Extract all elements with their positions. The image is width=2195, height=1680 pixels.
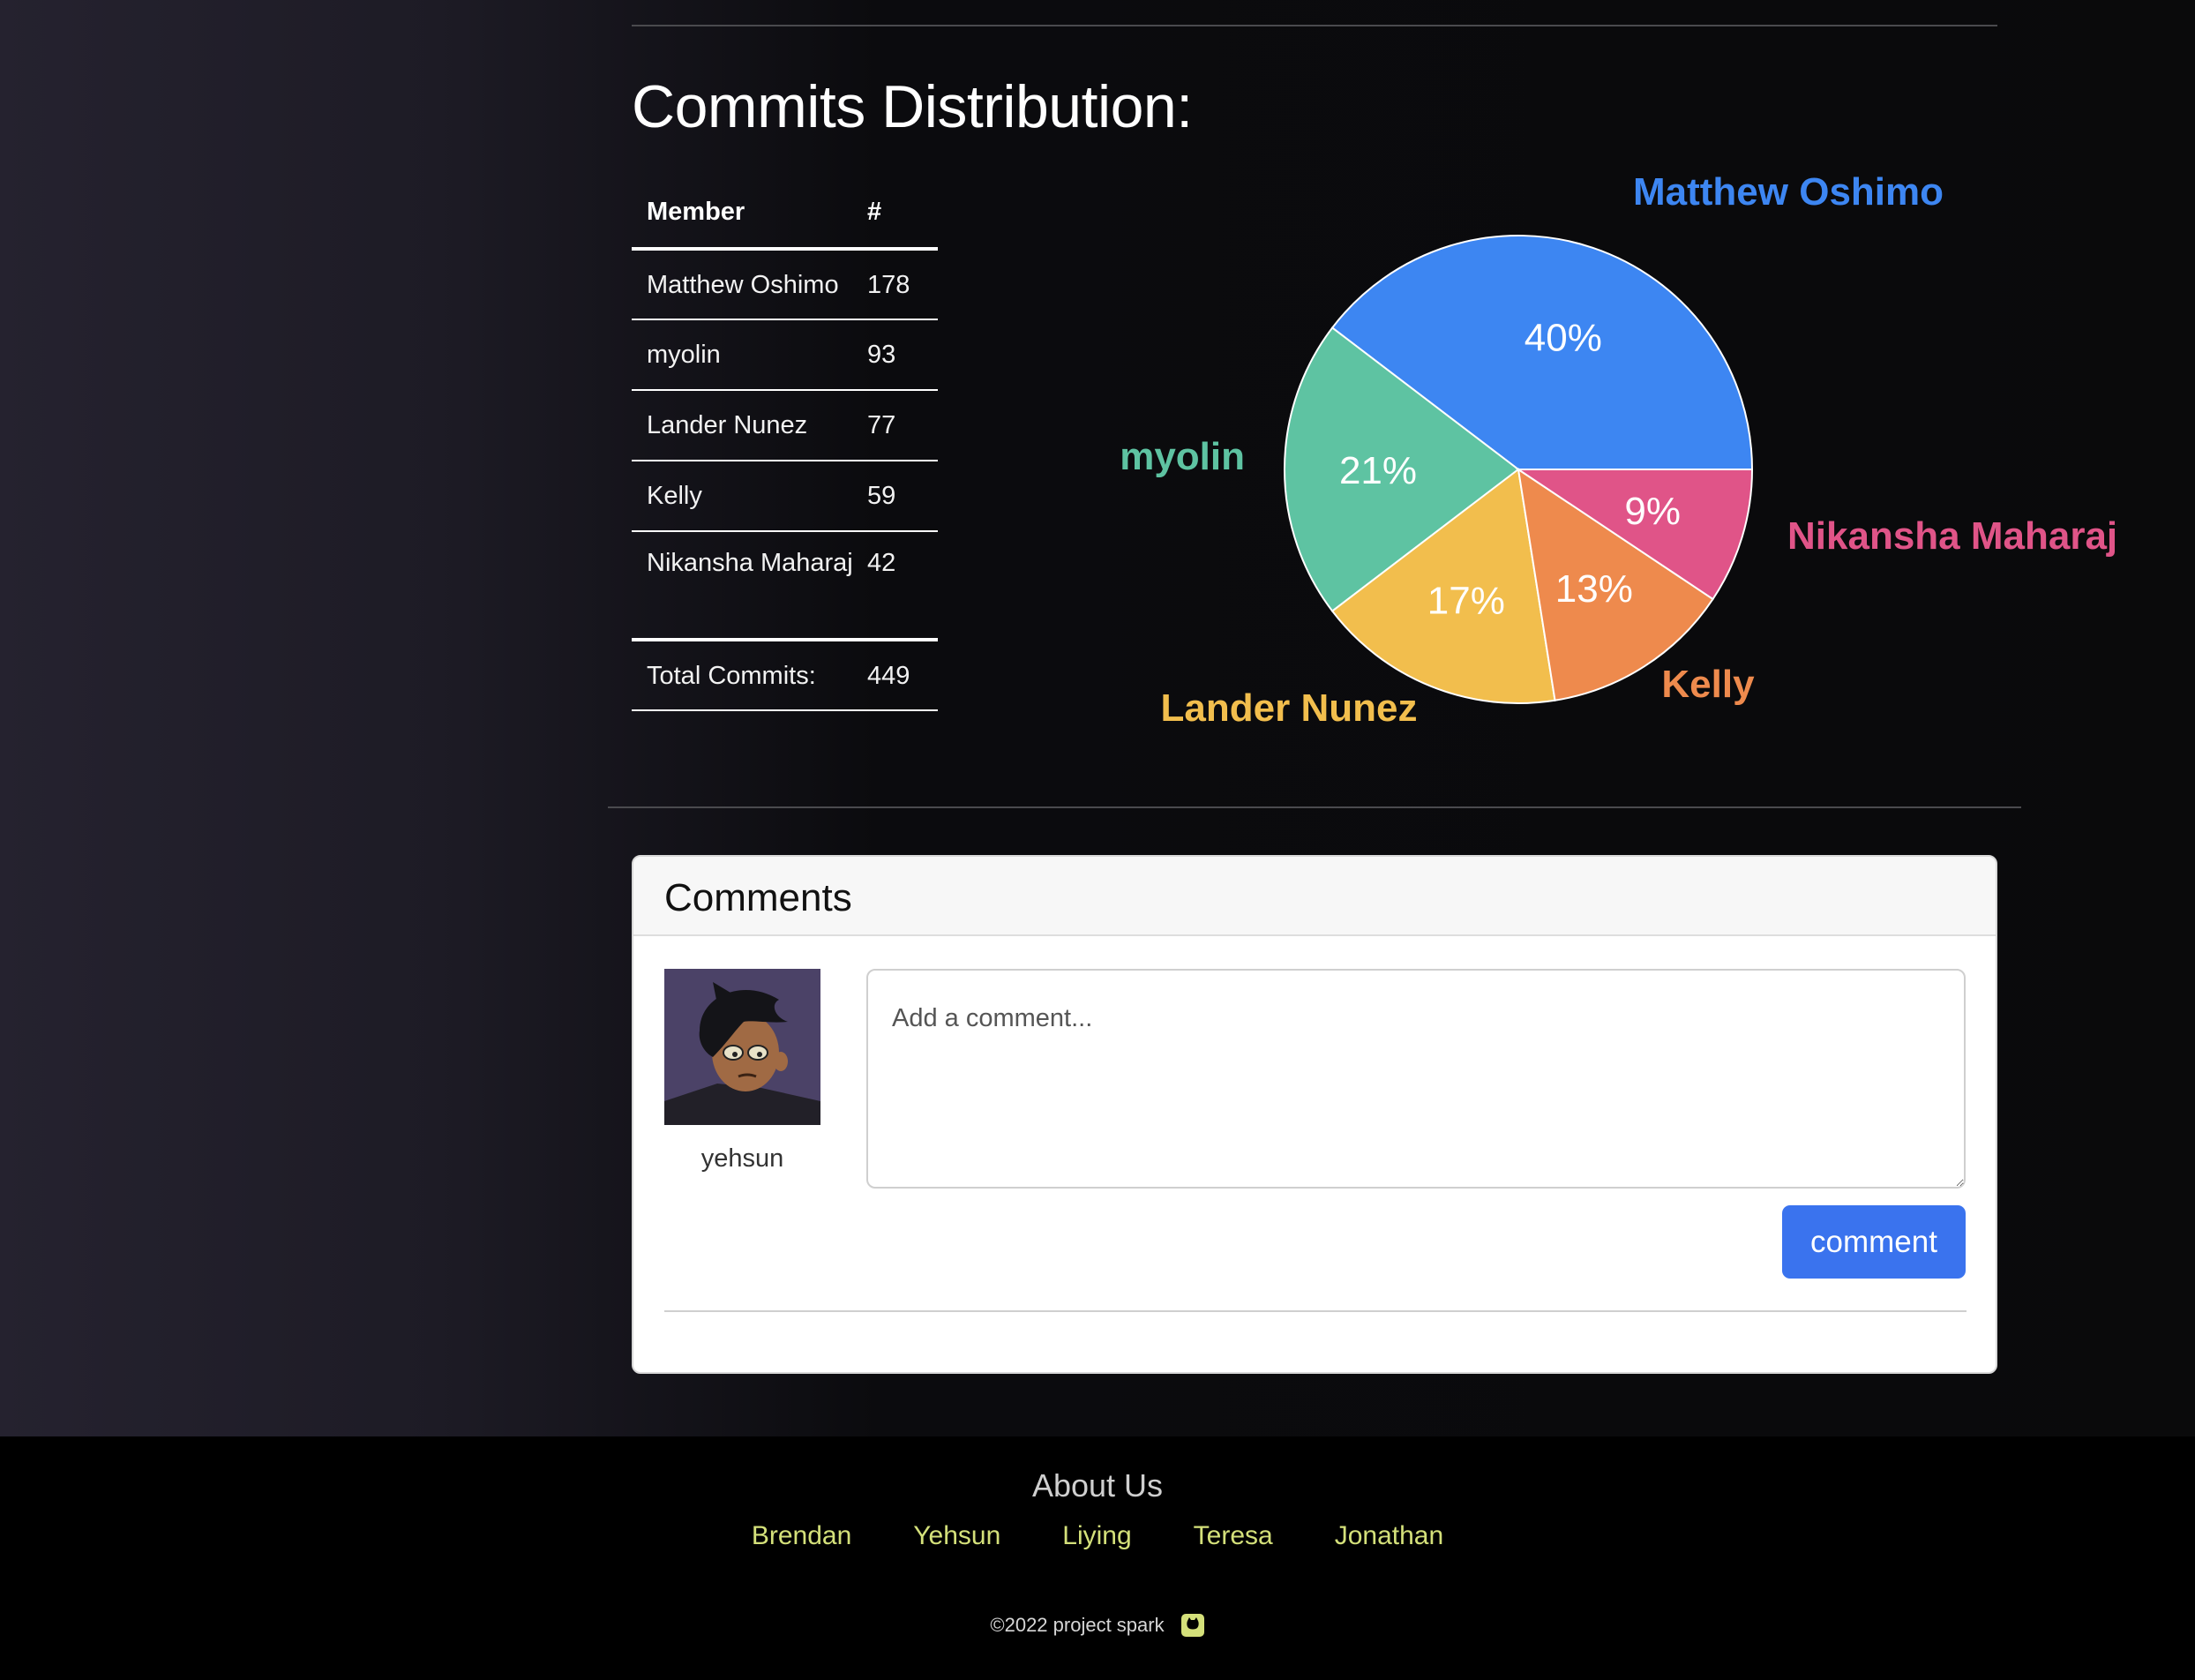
- comment-input[interactable]: [866, 969, 1966, 1189]
- github-icon[interactable]: [1180, 1613, 1205, 1638]
- footer-links: Brendan Yehsun Liying Teresa Jonathan: [0, 1521, 2195, 1551]
- commit-count: 93: [867, 319, 938, 391]
- footer-copyright-row: ©2022 project spark: [0, 1613, 2195, 1638]
- member-name: Kelly: [632, 461, 867, 532]
- total-row: Total Commits: 449: [632, 638, 938, 711]
- copyright-text: ©2022 project spark: [990, 1614, 1165, 1636]
- member-name: myolin: [632, 319, 867, 391]
- pie-category-label: Nikansha Maharaj: [1787, 514, 2117, 558]
- table-row: Lander Nunez 77: [632, 390, 938, 461]
- commit-count: 77: [867, 390, 938, 461]
- total-value: 449: [867, 638, 938, 711]
- avatar: [664, 969, 820, 1125]
- comments-title: Comments: [633, 857, 1996, 936]
- pie-category-label: Kelly: [1661, 663, 1755, 706]
- member-name: Lander Nunez: [632, 390, 867, 461]
- member-name: Nikansha Maharaj: [632, 531, 867, 641]
- pie-percent-label: 13%: [1555, 567, 1633, 611]
- commit-count: 42: [867, 531, 938, 641]
- pie-percent-label: 21%: [1339, 449, 1417, 492]
- table-row: myolin 93: [632, 319, 938, 391]
- footer-link-brendan[interactable]: Brendan: [752, 1521, 851, 1551]
- pie-category-label: Lander Nunez: [1161, 686, 1418, 730]
- footer-link-yehsun[interactable]: Yehsun: [913, 1521, 1000, 1551]
- pie-percent-label: 17%: [1427, 580, 1505, 623]
- comment-username: yehsun: [700, 1144, 784, 1173]
- footer-link-liying[interactable]: Liying: [1062, 1521, 1131, 1551]
- member-name: Matthew Oshimo: [632, 249, 867, 320]
- total-label: Total Commits:: [632, 638, 867, 711]
- comments-divider: [664, 1310, 1967, 1312]
- table-header-row: Member #: [632, 185, 938, 251]
- commit-count: 59: [867, 461, 938, 532]
- pie-percent-label: 9%: [1624, 490, 1681, 533]
- pie-percent-label: 40%: [1525, 316, 1602, 359]
- table-row: Kelly 59: [632, 461, 938, 532]
- footer-title: About Us: [1031, 1467, 1164, 1504]
- section-divider: [608, 806, 2021, 808]
- pie-category-label: Matthew Oshimo: [1633, 176, 1944, 214]
- top-divider: [632, 25, 1997, 26]
- pie-category-label: myolin: [1120, 435, 1245, 478]
- count-header: #: [867, 185, 938, 251]
- comment-button[interactable]: comment: [1782, 1205, 1966, 1279]
- table-row: Nikansha Maharaj 42: [632, 531, 938, 641]
- footer-link-jonathan[interactable]: Jonathan: [1335, 1521, 1443, 1551]
- comments-card: Comments yehsun comment: [632, 855, 1997, 1374]
- member-header: Member: [632, 185, 867, 251]
- commits-pie-chart: 40% Matthew Oshimo 21% myolin 17% Lander Nune…: [1041, 170, 2195, 794]
- pie-chart-svg: 40% Matthew Oshimo 21% myolin 17% Lander Nune…: [1120, 170, 2117, 730]
- avatar-image: [664, 969, 820, 1125]
- footer-link-teresa[interactable]: Teresa: [1194, 1521, 1273, 1551]
- footer: About Us Brendan Yehsun Liying Teresa Jo…: [0, 1436, 2195, 1680]
- table-row: Matthew Oshimo 178: [632, 249, 938, 320]
- commit-count: 178: [867, 249, 938, 320]
- section-title: Commits Distribution:: [632, 73, 1193, 140]
- commits-table: Member # Matthew Oshimo 178 myolin 93 La…: [632, 185, 938, 711]
